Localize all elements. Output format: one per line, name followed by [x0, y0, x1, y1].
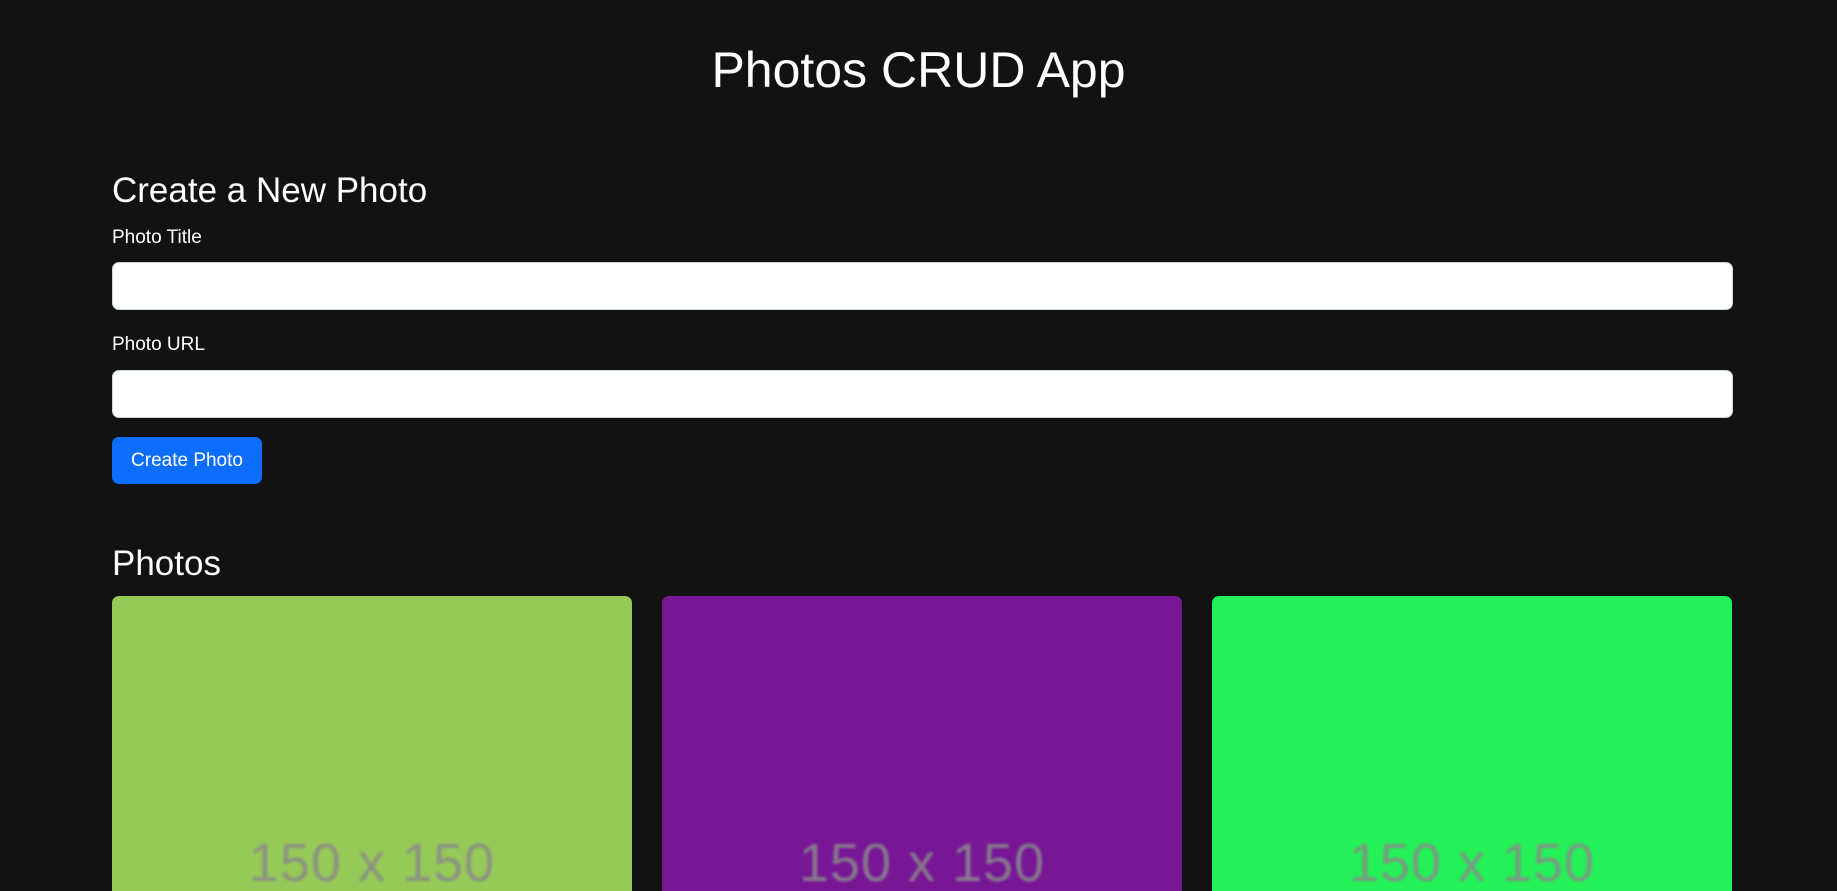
photo-url-label: Photo URL	[112, 334, 205, 355]
create-photo-button[interactable]: Create Photo	[112, 437, 262, 484]
photo-grid: 150 x 150 150 x 150 150 x 150	[112, 596, 1733, 891]
photos-heading: Photos	[112, 544, 221, 583]
photo-placeholder-text: 150 x 150	[248, 833, 496, 891]
app-title: Photos CRUD App	[711, 42, 1126, 98]
create-photo-heading: Create a New Photo	[112, 171, 428, 210]
photo-placeholder-text: 150 x 150	[798, 833, 1046, 891]
photo-placeholder-text: 150 x 150	[1348, 833, 1596, 891]
photo-title-input[interactable]	[112, 262, 1733, 310]
photo-card[interactable]: 150 x 150	[662, 596, 1182, 891]
photo-title-label: Photo Title	[112, 227, 202, 248]
photo-card[interactable]: 150 x 150	[112, 596, 632, 891]
photo-url-input[interactable]	[112, 370, 1733, 418]
app-page: Photos CRUD App Create a New Photo Photo…	[0, 0, 1837, 891]
photo-card[interactable]: 150 x 150	[1212, 596, 1732, 891]
